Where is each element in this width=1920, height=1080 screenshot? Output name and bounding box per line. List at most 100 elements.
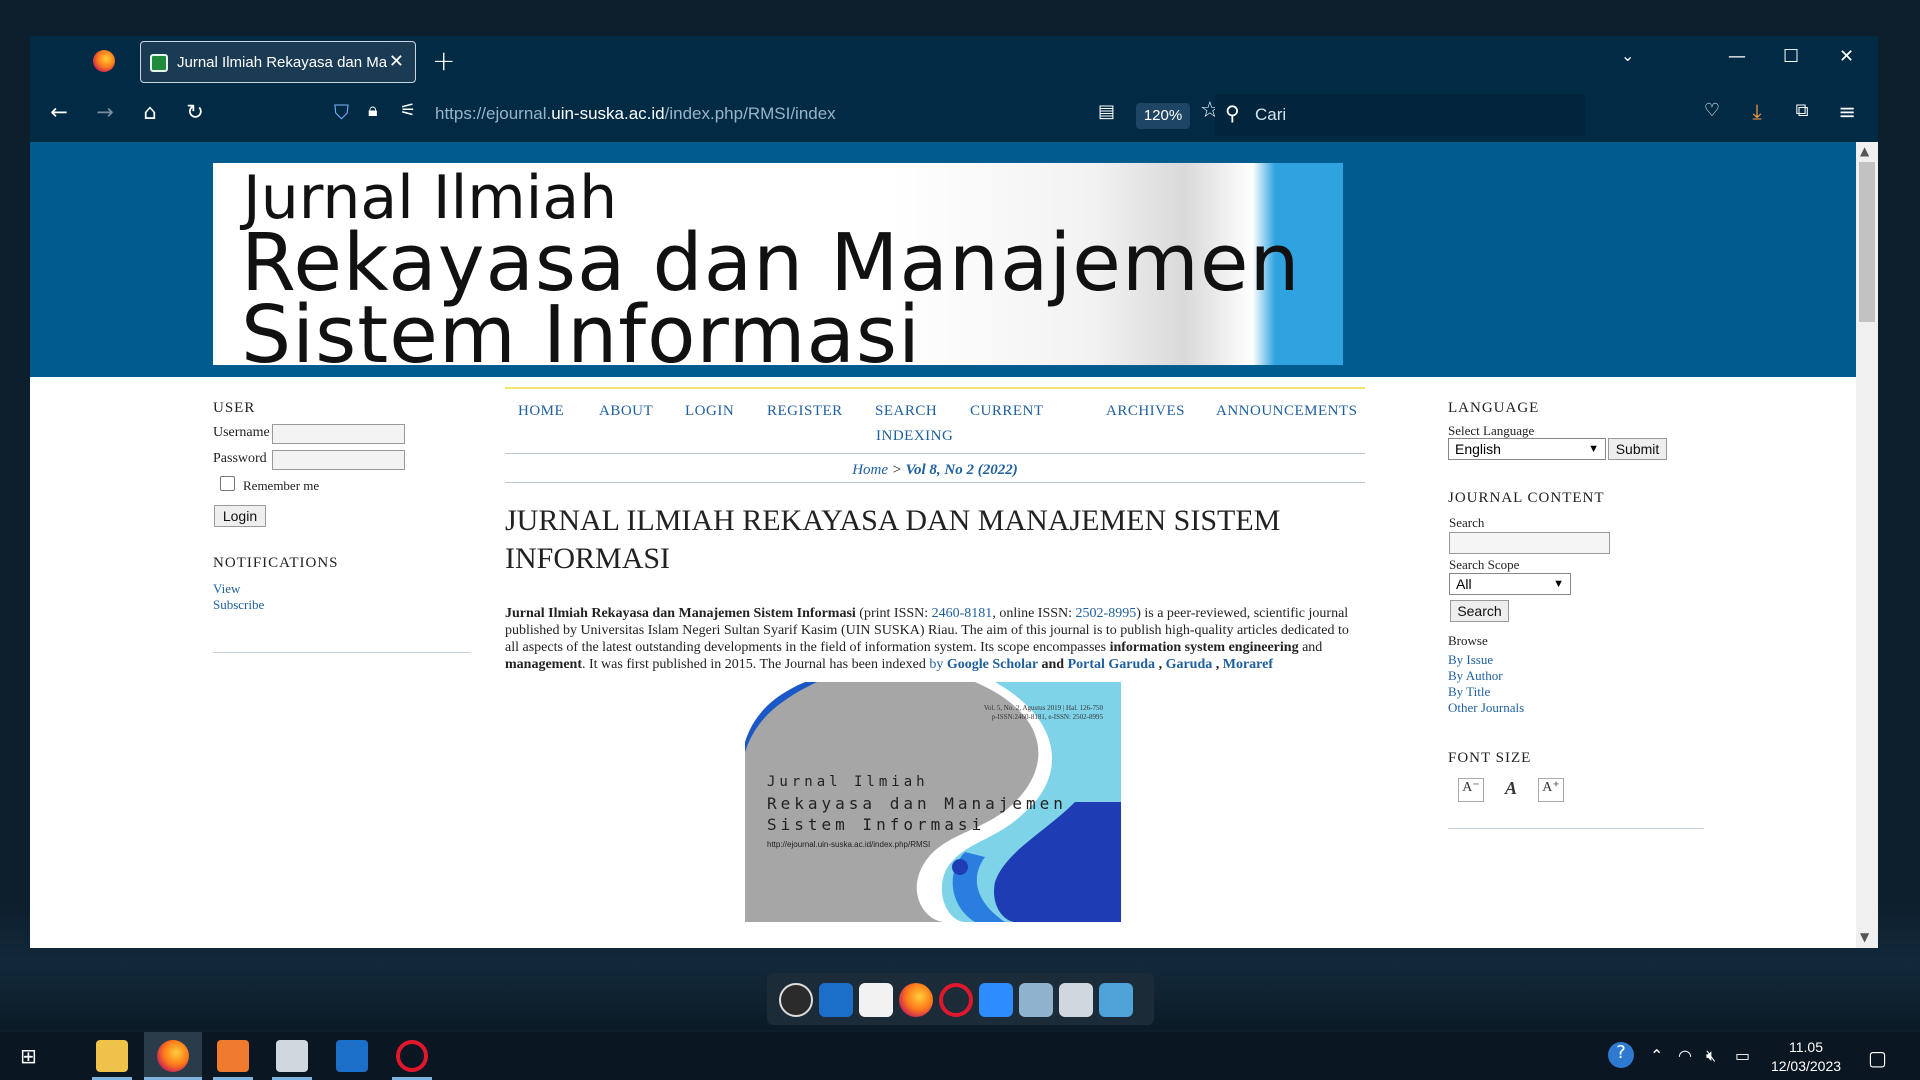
system-clock[interactable]: 11.05 12/03/2023 bbox=[1764, 1038, 1848, 1076]
nav-current[interactable]: CURRENT bbox=[970, 403, 1044, 420]
left-sidebar: USER Username Password Remember me Login… bbox=[213, 400, 471, 653]
file-explorer-icon[interactable] bbox=[96, 1040, 128, 1072]
nav-register[interactable]: REGISTER bbox=[767, 403, 843, 420]
language-select[interactable]: English ▼ bbox=[1448, 438, 1606, 460]
recycle-bin-icon[interactable] bbox=[1059, 983, 1093, 1017]
scroll-down-icon[interactable]: ▼ bbox=[1860, 930, 1869, 944]
journal-search-input[interactable] bbox=[1449, 532, 1610, 554]
close-tab-icon[interactable]: ✕ bbox=[389, 51, 404, 72]
new-tab-button[interactable]: + bbox=[432, 44, 455, 77]
breadcrumb-current[interactable]: Vol 8, No 2 (2022) bbox=[906, 462, 1018, 478]
show-hidden-icons-icon[interactable]: ⌃ bbox=[1650, 1046, 1663, 1065]
issn-print-link[interactable]: 2460-8181 bbox=[932, 606, 993, 621]
nav-about[interactable]: ABOUT bbox=[599, 403, 653, 420]
volume-muted-icon[interactable]: 🔇︎ bbox=[1706, 1046, 1716, 1066]
windows-start-icon[interactable]: ⊞ bbox=[20, 1044, 37, 1068]
browse-by-title-link[interactable]: By Title bbox=[1448, 684, 1490, 700]
search-box[interactable]: ⚲ Cari bbox=[1215, 94, 1585, 136]
zoom-app-icon[interactable] bbox=[979, 983, 1013, 1017]
address-bar[interactable]: ⛉ 🔒︎ ⚟ https://ejournal.uin-suska.ac.id/… bbox=[320, 94, 1220, 134]
vscode-taskbar-icon[interactable] bbox=[336, 1040, 368, 1072]
firefox-taskbar-icon[interactable] bbox=[157, 1040, 189, 1072]
garuda-link[interactable]: Garuda bbox=[1166, 657, 1213, 672]
subscribe-link[interactable]: Subscribe bbox=[213, 597, 264, 613]
maximize-button[interactable]: ☐ bbox=[1783, 46, 1799, 67]
scrollbar-thumb[interactable] bbox=[1859, 162, 1875, 322]
username-input[interactable] bbox=[272, 424, 405, 444]
moraref-link[interactable]: Moraref bbox=[1223, 657, 1273, 672]
google-scholar-link[interactable]: Google Scholar bbox=[947, 657, 1038, 672]
battery-icon[interactable]: ▭ bbox=[1735, 1046, 1750, 1065]
nav-archives[interactable]: ARCHIVES bbox=[1106, 403, 1185, 420]
obs-icon[interactable] bbox=[779, 983, 813, 1017]
scroll-up-icon[interactable]: ▲ bbox=[1860, 144, 1869, 158]
nav-indexing[interactable]: INDEXING bbox=[876, 428, 953, 445]
desc-text: and bbox=[1298, 640, 1323, 655]
reader-view-icon[interactable]: ▤ bbox=[1098, 101, 1115, 122]
back-arrow-icon[interactable]: ← bbox=[44, 100, 74, 124]
permissions-icon[interactable]: ⚟ bbox=[400, 100, 416, 121]
breadcrumb-home[interactable]: Home bbox=[852, 462, 888, 478]
notifications-heading: NOTIFICATIONS bbox=[213, 555, 339, 571]
journal-banner[interactable]: Jurnal Ilmiah Rekayasa dan Manajemen Sis… bbox=[213, 163, 1343, 365]
menu-icon[interactable]: ≡ bbox=[1832, 100, 1862, 124]
nav-home[interactable]: HOME bbox=[518, 403, 564, 420]
zoom-level[interactable]: 120% bbox=[1136, 103, 1190, 129]
opera-taskbar-icon[interactable] bbox=[396, 1040, 428, 1072]
tab-title: Jurnal Ilmiah Rekayasa dan Manajemen bbox=[177, 54, 387, 71]
password-input[interactable] bbox=[272, 450, 405, 470]
browse-by-issue-link[interactable]: By Issue bbox=[1448, 652, 1493, 668]
web-page: Jurnal Ilmiah Rekayasa dan Manajemen Sis… bbox=[30, 142, 1856, 948]
downloads-icon[interactable]: ⤓ bbox=[1742, 100, 1772, 125]
other-journals-link[interactable]: Other Journals bbox=[1448, 700, 1524, 716]
tab-jurnal[interactable]: Jurnal Ilmiah Rekayasa dan Manajemen ✕ bbox=[140, 41, 416, 83]
issn-online-link[interactable]: 2502-8995 bbox=[1076, 606, 1137, 621]
journal-content-heading: JOURNAL CONTENT bbox=[1448, 490, 1605, 506]
network-app-icon[interactable] bbox=[276, 1040, 308, 1072]
nav-login[interactable]: LOGIN bbox=[685, 403, 734, 420]
pocket-icon[interactable]: ♡ bbox=[1697, 100, 1727, 121]
desc-by-link[interactable]: by bbox=[929, 657, 947, 672]
browse-by-author-link[interactable]: By Author bbox=[1448, 668, 1503, 684]
vertical-scrollbar[interactable]: ▲ ▼ bbox=[1856, 142, 1878, 948]
list-tabs-chevron-icon[interactable]: ⌄ bbox=[1621, 46, 1634, 65]
search-scope-select[interactable]: All ▼ bbox=[1449, 573, 1571, 595]
font-size-heading: FONT SIZE bbox=[1448, 750, 1532, 766]
notifications-icon[interactable]: ▢ bbox=[1868, 1046, 1887, 1070]
language-submit-button[interactable]: Submit bbox=[1608, 438, 1667, 460]
font-larger-icon[interactable]: A⁺ bbox=[1538, 778, 1564, 802]
opera-icon[interactable] bbox=[939, 983, 973, 1017]
reload-icon[interactable]: ↻ bbox=[180, 100, 210, 124]
font-default-icon[interactable]: A bbox=[1498, 778, 1524, 802]
lock-icon[interactable]: 🔒︎ bbox=[368, 100, 378, 121]
xampp-icon[interactable] bbox=[217, 1040, 249, 1072]
control-panel-icon[interactable] bbox=[1099, 983, 1133, 1017]
view-link[interactable]: View bbox=[213, 581, 240, 597]
journal-description: Jurnal Ilmiah Rekayasa dan Manajemen Sis… bbox=[505, 605, 1365, 673]
close-window-button[interactable]: ✕ bbox=[1839, 46, 1854, 67]
portal-garuda-link[interactable]: Portal Garuda bbox=[1068, 657, 1156, 672]
vscode-icon[interactable] bbox=[819, 983, 853, 1017]
extensions-icon[interactable]: ⧉ bbox=[1787, 100, 1817, 121]
home-icon[interactable]: ⌂ bbox=[135, 100, 165, 124]
help-icon[interactable]: ? bbox=[1608, 1042, 1634, 1068]
firefox-icon[interactable] bbox=[899, 983, 933, 1017]
clock-date: 12/03/2023 bbox=[1770, 1058, 1842, 1074]
my-computer-icon[interactable] bbox=[1019, 983, 1053, 1017]
remember-me-checkbox[interactable] bbox=[220, 476, 235, 491]
journal-search-button[interactable]: Search bbox=[1450, 600, 1509, 622]
shield-icon[interactable]: ⛉ bbox=[334, 100, 349, 124]
firefox-icon[interactable] bbox=[93, 50, 115, 72]
nav-search[interactable]: SEARCH bbox=[875, 403, 937, 420]
font-smaller-icon[interactable]: A⁻ bbox=[1458, 778, 1484, 802]
nav-announcements[interactable]: ANNOUNCEMENTS bbox=[1216, 403, 1358, 420]
minimize-button[interactable]: — bbox=[1728, 46, 1746, 67]
login-button[interactable]: Login bbox=[214, 505, 266, 527]
text-file-icon[interactable] bbox=[859, 983, 893, 1017]
wifi-icon[interactable]: ◠ bbox=[1678, 1046, 1692, 1065]
url-text[interactable]: https://ejournal.uin-suska.ac.id/index.p… bbox=[435, 104, 836, 124]
forward-arrow-icon[interactable]: → bbox=[90, 100, 120, 124]
username-label: Username bbox=[213, 425, 270, 440]
navigation-toolbar: ← → ⌂ ↻ ⛉ 🔒︎ ⚟ https://ejournal.uin-susk… bbox=[30, 88, 1878, 142]
journal-cover-image[interactable]: Vol. 5, No. 2, Agustus 2019 | Hal. 126-7… bbox=[745, 682, 1121, 922]
